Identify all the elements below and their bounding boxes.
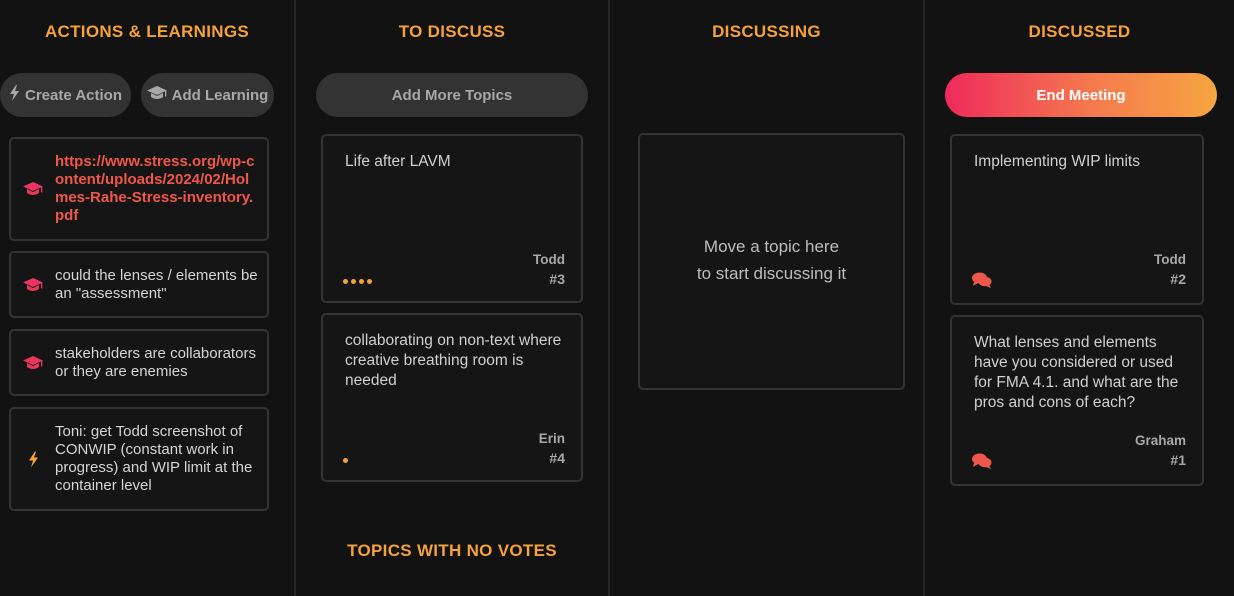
- lightning-icon: [11, 451, 55, 468]
- topic-card[interactable]: Life after LAVM Todd #3: [321, 134, 583, 303]
- discussing-column: DISCUSSING Move a topic here to start di…: [610, 0, 923, 596]
- drop-zone-placeholder: Move a topic here to start discussing it: [640, 233, 903, 287]
- comments-icon[interactable]: [972, 453, 992, 474]
- column-title: DISCUSSED: [1028, 22, 1131, 41]
- topic-author: Erin: [538, 431, 565, 446]
- learning-text: stakeholders are collaborators or they a…: [55, 344, 256, 380]
- vote-dot: [359, 279, 364, 284]
- learning-item[interactable]: could the lenses / elements be an "asses…: [9, 251, 269, 318]
- graduation-cap-icon: [11, 355, 55, 370]
- topic-number: #4: [549, 450, 565, 466]
- placeholder-line: to start discussing it: [696, 264, 847, 283]
- placeholder-line: Move a topic here: [703, 237, 840, 256]
- vote-dots: [343, 279, 372, 284]
- graduation-cap-icon: [11, 182, 55, 196]
- lightning-icon: [9, 85, 20, 105]
- end-meeting-button[interactable]: End Meeting: [945, 73, 1217, 117]
- topic-author: Graham: [1134, 433, 1186, 448]
- discussed-column: DISCUSSED End Meeting Implementing WIP l…: [925, 0, 1234, 596]
- action-text: Toni: get Todd screenshot of CONWIP (con…: [55, 423, 253, 494]
- topic-text: collaborating on non-text where creative…: [345, 332, 562, 389]
- column-title: ACTIONS & LEARNINGS: [44, 22, 250, 41]
- discussed-topic-card[interactable]: What lenses and elements have you consid…: [950, 315, 1204, 486]
- vote-dots: [343, 458, 348, 463]
- vote-dot: [367, 279, 372, 284]
- graduation-cap-icon: [146, 86, 167, 104]
- column-title: TO DISCUSS: [398, 22, 506, 41]
- discussed-topic-card[interactable]: Implementing WIP limits Todd #2: [950, 134, 1204, 305]
- topic-card[interactable]: collaborating on non-text where creative…: [321, 313, 583, 482]
- topic-number: #1: [1170, 452, 1186, 468]
- add-learning-button[interactable]: Add Learning: [141, 73, 274, 117]
- create-action-button[interactable]: Create Action: [0, 73, 131, 117]
- topic-author: Todd: [1154, 252, 1186, 267]
- no-votes-title: TOPICS WITH NO VOTES: [347, 541, 557, 560]
- create-action-label: Create Action: [25, 86, 122, 104]
- vote-dot: [343, 279, 348, 284]
- vote-dot: [351, 279, 356, 284]
- learning-item[interactable]: https://www.stress.org/wp-content/upload…: [9, 137, 269, 241]
- topic-author: Todd: [533, 252, 565, 267]
- comments-icon[interactable]: [972, 272, 992, 293]
- learning-item[interactable]: stakeholders are collaborators or they a…: [9, 329, 269, 396]
- learning-link[interactable]: https://www.stress.org/wp-content/upload…: [55, 153, 267, 225]
- graduation-cap-icon: [11, 277, 55, 292]
- vote-dot: [343, 458, 348, 463]
- topic-text: Life after LAVM: [345, 153, 451, 170]
- add-more-topics-button[interactable]: Add More Topics: [316, 73, 588, 117]
- actions-learnings-column: ACTIONS & LEARNINGS Create Action Add Le…: [0, 0, 294, 596]
- learning-text: could the lenses / elements be an "asses…: [55, 266, 258, 302]
- topic-text: Implementing WIP limits: [974, 153, 1140, 170]
- topic-text: What lenses and elements have you consid…: [974, 334, 1179, 411]
- discussing-drop-zone[interactable]: Move a topic here to start discussing it: [638, 133, 905, 390]
- column-title: DISCUSSING: [712, 22, 821, 41]
- topic-number: #2: [1170, 271, 1186, 287]
- action-item[interactable]: Toni: get Todd screenshot of CONWIP (con…: [9, 407, 269, 511]
- to-discuss-column: TO DISCUSS Add More Topics Life after LA…: [296, 0, 608, 596]
- topic-number: #3: [549, 271, 565, 287]
- add-learning-label: Add Learning: [171, 86, 269, 104]
